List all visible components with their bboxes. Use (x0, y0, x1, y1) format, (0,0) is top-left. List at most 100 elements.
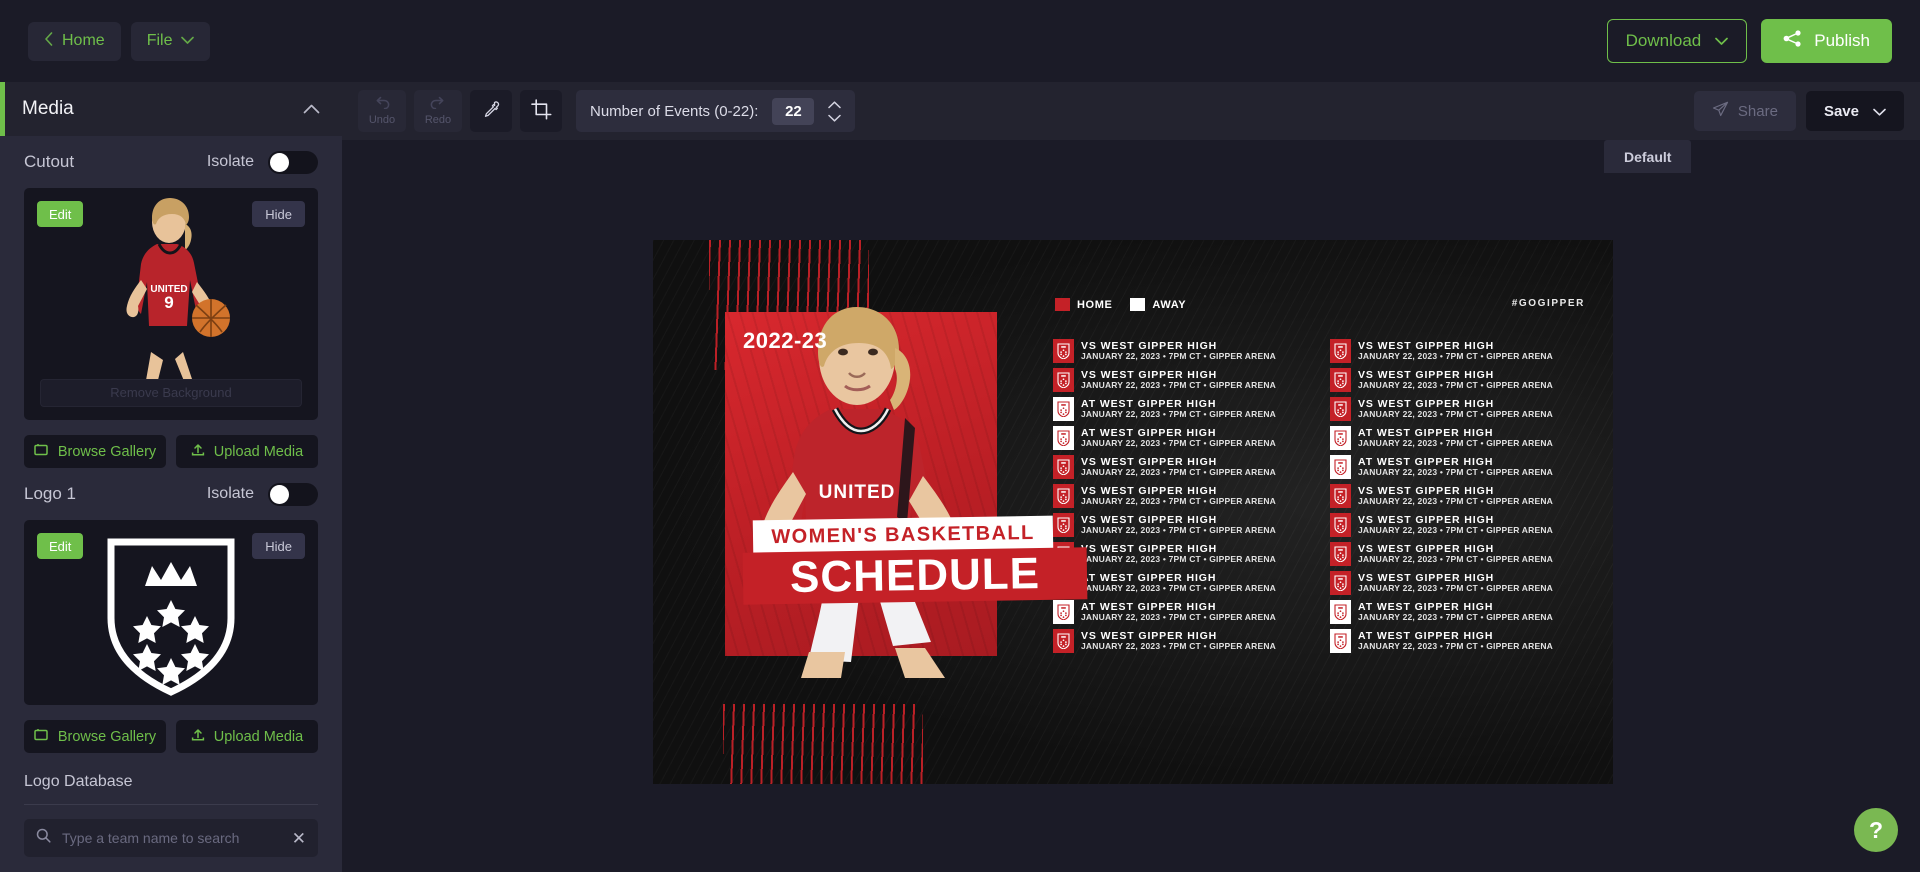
design-title: SCHEDULE (789, 549, 1041, 602)
redo-button[interactable]: Redo (414, 90, 462, 132)
svg-text:UNITED: UNITED (819, 482, 896, 503)
legend-label-away: AWAY (1152, 298, 1187, 311)
share-button[interactable]: Share (1693, 91, 1796, 131)
schedule-event-meta: JANUARY 22, 2023 • 7PM CT • GIPPER ARENA (1081, 350, 1277, 361)
crop-button[interactable] (520, 90, 562, 132)
schedule-event-text: AT WEST GIPPER HIGH JANUARY 22, 2023 • 7P… (1081, 601, 1276, 622)
design-hashtag: #GOGIPPER (1511, 298, 1585, 309)
file-menu-button[interactable]: File (130, 21, 211, 61)
cutout-upload-media-label: Upload Media (213, 443, 304, 460)
schedule-event-meta: JANUARY 22, 2023 • 7PM CT • GIPPER ARENA (1358, 466, 1554, 477)
design-canvas[interactable]: 2022-23 UNITED WOMEN'S BASKETBALL SCHEDU… (653, 240, 1613, 784)
close-icon[interactable]: ✕ (292, 830, 306, 847)
logo-database-label: Logo Database (24, 773, 133, 790)
schedule-event-row[interactable]: AT WEST GIPPER HIGH JANUARY 22, 2023 • 7P… (1053, 599, 1312, 624)
schedule-event-text: VS WEST GIPPER HIGH JANUARY 22, 2023 • 7P… (1358, 543, 1553, 564)
cutout-isolate-group: Isolate (206, 150, 318, 174)
home-button-label: Home (62, 32, 105, 49)
schedule-event-row[interactable]: VS WEST GIPPER HIGH JANUARY 22, 2023 • 7P… (1330, 570, 1589, 595)
team-shield-icon (1330, 599, 1351, 624)
schedule-event-row[interactable]: VS WEST GIPPER HIGH JANUARY 22, 2023 • 7P… (1053, 628, 1312, 653)
download-button[interactable]: Download (1606, 19, 1748, 63)
search-icon (36, 828, 51, 848)
schedule-event-row[interactable]: AT WEST GIPPER HIGH JANUARY 22, 2023 • 7P… (1330, 454, 1589, 479)
help-button[interactable]: ? (1854, 808, 1898, 852)
schedule-event-row[interactable]: VS WEST GIPPER HIGH JANUARY 22, 2023 • 7P… (1053, 454, 1312, 479)
schedule-event-text: VS WEST GIPPER HIGH JANUARY 22, 2023 • 7P… (1081, 369, 1276, 390)
cutout-isolate-label: Isolate (206, 153, 254, 170)
schedule-event-row[interactable]: VS WEST GIPPER HIGH JANUARY 22, 2023 • 7P… (1330, 512, 1589, 537)
schedule-event-text: AT WEST GIPPER HIGH JANUARY 22, 2023 • 7P… (1081, 427, 1276, 448)
save-button-label: Save (1823, 102, 1859, 120)
schedule-event-opponent: VS WEST GIPPER HIGH (1358, 513, 1495, 526)
logo-search-input[interactable] (62, 830, 281, 846)
number-of-events-field[interactable]: Number of Events (0-22): 22 (576, 90, 856, 132)
chevron-down-icon[interactable] (828, 114, 842, 122)
schedule-event-row[interactable]: VS WEST GIPPER HIGH JANUARY 22, 2023 • 7P… (1053, 541, 1312, 566)
schedule-event-row[interactable]: VS WEST GIPPER HIGH JANUARY 22, 2023 • 7P… (1053, 483, 1312, 508)
logo1-isolate-group: Isolate (207, 482, 318, 506)
schedule-event-text: VS WEST GIPPER HIGH JANUARY 22, 2023 • 7P… (1358, 398, 1553, 419)
gallery-icon (34, 443, 49, 460)
team-shield-icon (1330, 454, 1351, 479)
logo1-thumbnail-card[interactable]: Edit Hide (24, 520, 318, 705)
home-button[interactable]: Home (28, 21, 121, 61)
schedule-event-row[interactable]: VS WEST GIPPER HIGH JANUARY 22, 2023 • 7P… (1330, 396, 1589, 421)
number-of-events-value[interactable]: 22 (772, 97, 815, 125)
schedule-event-row[interactable]: VS WEST GIPPER HIGH JANUARY 22, 2023 • 7P… (1330, 483, 1589, 508)
schedule-event-text: VS WEST GIPPER HIGH JANUARY 22, 2023 • 7P… (1081, 456, 1276, 477)
schedule-event-meta: JANUARY 22, 2023 • 7PM CT • GIPPER ARENA (1358, 640, 1554, 651)
team-shield-icon (1053, 454, 1074, 479)
logo1-hide-button[interactable]: Hide (252, 533, 305, 559)
team-shield-icon (1330, 338, 1351, 363)
logo-search-box[interactable]: ✕ (24, 819, 318, 857)
cutout-browse-gallery-label: Browse Gallery (57, 443, 157, 460)
logo1-isolate-toggle[interactable] (268, 482, 318, 506)
legend-label-home: HOME (1077, 298, 1113, 311)
remove-background-button[interactable]: Remove Background (40, 379, 302, 407)
chevron-up-icon[interactable] (303, 99, 320, 119)
cutout-hide-button[interactable]: Hide (252, 201, 305, 227)
chevron-down-icon (181, 32, 195, 50)
chevron-left-icon (44, 31, 53, 51)
logo1-edit-button[interactable]: Edit (37, 533, 84, 559)
logo1-upload-media-button[interactable]: Upload Media (176, 720, 318, 753)
schedule-event-opponent: VS WEST GIPPER HIGH (1358, 339, 1495, 352)
cutout-isolate-toggle[interactable] (268, 150, 318, 174)
schedule-event-row[interactable]: AT WEST GIPPER HIGH JANUARY 22, 2023 • 7P… (1053, 570, 1312, 595)
cutout-browse-gallery-button[interactable]: Browse Gallery (24, 435, 166, 468)
top-bar: Home File Download Publish (0, 0, 1920, 82)
schedule-event-row[interactable]: VS WEST GIPPER HIGH JANUARY 22, 2023 • 7P… (1053, 367, 1312, 392)
red-line-decoration-bottom (723, 704, 923, 784)
number-of-events-stepper[interactable] (828, 100, 842, 122)
logo1-browse-gallery-button[interactable]: Browse Gallery (24, 720, 166, 753)
eyedropper-button[interactable] (470, 90, 512, 132)
publish-button[interactable]: Publish (1761, 19, 1892, 63)
top-bar-left-group: Home File (28, 21, 211, 61)
chevron-up-icon[interactable] (828, 100, 842, 109)
legend-item-away: AWAY (1130, 298, 1186, 311)
schedule-event-row[interactable]: VS WEST GIPPER HIGH JANUARY 22, 2023 • 7P… (1053, 512, 1312, 537)
schedule-event-row[interactable]: VS WEST GIPPER HIGH JANUARY 22, 2023 • 7P… (1330, 367, 1589, 392)
cutout-upload-media-button[interactable]: Upload Media (176, 435, 318, 468)
schedule-event-row[interactable]: AT WEST GIPPER HIGH JANUARY 22, 2023 • 7P… (1330, 425, 1589, 450)
schedule-event-row[interactable]: VS WEST GIPPER HIGH JANUARY 22, 2023 • 7P… (1330, 541, 1589, 566)
schedule-event-text: VS WEST GIPPER HIGH JANUARY 22, 2023 • 7P… (1358, 572, 1553, 593)
team-shield-icon (1330, 628, 1351, 653)
schedule-event-row[interactable]: AT WEST GIPPER HIGH JANUARY 22, 2023 • 7P… (1053, 425, 1312, 450)
save-button[interactable]: Save (1805, 91, 1904, 131)
preset-tab-default[interactable]: Default (1604, 140, 1692, 173)
schedule-event-row[interactable]: AT WEST GIPPER HIGH JANUARY 22, 2023 • 7P… (1330, 599, 1589, 624)
cutout-edit-button[interactable]: Edit (37, 201, 84, 227)
redo-arrow-icon (430, 96, 446, 112)
schedule-event-opponent: AT WEST GIPPER HIGH (1358, 629, 1494, 642)
schedule-event-text: VS WEST GIPPER HIGH JANUARY 22, 2023 • 7P… (1081, 543, 1276, 564)
schedule-event-row[interactable]: AT WEST GIPPER HIGH JANUARY 22, 2023 • 7P… (1330, 628, 1589, 653)
logo1-media-actions: Browse Gallery Upload Media (24, 720, 318, 753)
schedule-event-text: AT WEST GIPPER HIGH JANUARY 22, 2023 • 7P… (1358, 456, 1554, 477)
schedule-event-row[interactable]: VS WEST GIPPER HIGH JANUARY 22, 2023 • 7P… (1330, 338, 1589, 363)
schedule-event-row[interactable]: VS WEST GIPPER HIGH JANUARY 22, 2023 • 7P… (1053, 338, 1312, 363)
cutout-thumbnail-card[interactable]: Edit Hide UNITED 9 Remove Background (24, 188, 318, 420)
schedule-event-row[interactable]: AT WEST GIPPER HIGH JANUARY 22, 2023 • 7P… (1053, 396, 1312, 421)
undo-button[interactable]: Undo (358, 90, 406, 132)
